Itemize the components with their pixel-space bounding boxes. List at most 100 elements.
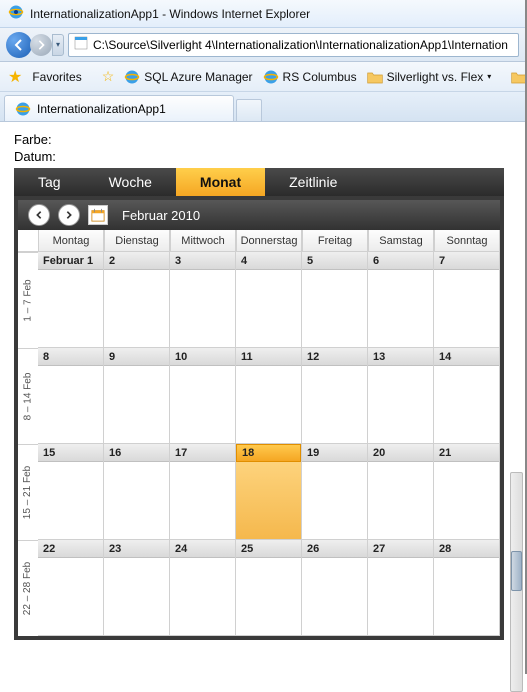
day-number: 6 xyxy=(368,252,433,270)
new-tab-button[interactable] xyxy=(236,99,262,121)
day-number: Februar 1 xyxy=(38,252,103,270)
scrollbar-thumb[interactable] xyxy=(511,551,522,591)
calendar-control: Tag Woche Monat Zeitlinie Februar 2010 1… xyxy=(14,168,504,640)
day-cell[interactable]: 4 xyxy=(236,252,302,348)
calendar-grid: Montag Dienstag Mittwoch Donnerstag Frei… xyxy=(38,230,500,636)
browser-tab[interactable]: InternationalizationApp1 xyxy=(4,95,234,121)
day-cell[interactable]: 6 xyxy=(368,252,434,348)
day-cell[interactable]: 9 xyxy=(104,348,170,444)
url-input[interactable] xyxy=(93,38,514,52)
day-number: 19 xyxy=(302,444,367,462)
favorites-label[interactable]: Favorites xyxy=(32,70,81,84)
day-number: 15 xyxy=(38,444,103,462)
day-number: 17 xyxy=(170,444,235,462)
day-number: 25 xyxy=(236,540,301,558)
ie-icon xyxy=(15,101,31,117)
dow-header: Sonntag xyxy=(434,230,500,252)
ie-icon xyxy=(124,69,140,85)
day-number: 28 xyxy=(434,540,499,558)
dow-header: Donnerstag xyxy=(236,230,302,252)
add-favorite-icon[interactable]: ☆ xyxy=(102,68,115,85)
address-bar[interactable] xyxy=(68,33,519,57)
day-cell[interactable]: 27 xyxy=(368,540,434,636)
nav-history-dropdown[interactable]: ▾ xyxy=(52,34,64,56)
dow-header: Samstag xyxy=(368,230,434,252)
date-label: Datum: xyxy=(14,149,517,164)
next-month-button[interactable] xyxy=(58,204,80,226)
week-label: 15 – 21 Feb xyxy=(18,444,38,540)
day-number: 27 xyxy=(368,540,433,558)
day-cell[interactable]: 28 xyxy=(434,540,500,636)
day-number: 10 xyxy=(170,348,235,366)
fav-rs-columbus[interactable]: RS Columbus xyxy=(263,69,357,85)
tab-week[interactable]: Woche xyxy=(85,168,176,196)
day-number: 12 xyxy=(302,348,367,366)
day-cell[interactable]: Februar 1 xyxy=(38,252,104,348)
window-titlebar: InternationalizationApp1 - Windows Inter… xyxy=(0,0,525,28)
week-label: 22 – 28 Feb xyxy=(18,540,38,636)
dow-header: Dienstag xyxy=(104,230,170,252)
day-cell[interactable]: 14 xyxy=(434,348,500,444)
date-picker-button[interactable] xyxy=(88,205,108,225)
fav-sql-azure[interactable]: SQL Azure Manager xyxy=(124,69,252,85)
day-cell[interactable]: 20 xyxy=(368,444,434,540)
tab-strip: InternationalizationApp1 xyxy=(0,92,525,122)
day-number: 23 xyxy=(104,540,169,558)
day-cell[interactable]: 5 xyxy=(302,252,368,348)
day-cell[interactable]: 23 xyxy=(104,540,170,636)
day-number: 26 xyxy=(302,540,367,558)
day-number: 7 xyxy=(434,252,499,270)
tab-month[interactable]: Monat xyxy=(176,168,265,196)
page-icon xyxy=(73,35,89,54)
day-number: 4 xyxy=(236,252,301,270)
day-number: 16 xyxy=(104,444,169,462)
day-cell[interactable]: 18 xyxy=(236,444,302,540)
fav-truncated[interactable]: Sil xyxy=(511,70,525,84)
day-number: 14 xyxy=(434,348,499,366)
ie-icon xyxy=(8,4,24,23)
day-cell[interactable]: 26 xyxy=(302,540,368,636)
day-number: 2 xyxy=(104,252,169,270)
week-label: 8 – 14 Feb xyxy=(18,348,38,444)
day-cell[interactable]: 17 xyxy=(170,444,236,540)
day-cell[interactable]: 13 xyxy=(368,348,434,444)
forward-button[interactable] xyxy=(30,34,52,56)
day-number: 5 xyxy=(302,252,367,270)
folder-icon xyxy=(367,70,383,84)
color-label: Farbe: xyxy=(14,132,517,147)
day-number: 13 xyxy=(368,348,433,366)
nav-buttons: ▾ xyxy=(6,32,64,58)
day-cell[interactable]: 2 xyxy=(104,252,170,348)
week-label-column: 1 – 7 Feb 8 – 14 Feb 15 – 21 Feb 22 – 28… xyxy=(18,230,38,636)
day-cell[interactable]: 21 xyxy=(434,444,500,540)
tab-day[interactable]: Tag xyxy=(14,168,85,196)
chevron-down-icon: ▾ xyxy=(487,72,491,81)
back-button[interactable] xyxy=(6,32,32,58)
day-cell[interactable]: 15 xyxy=(38,444,104,540)
day-cell[interactable]: 16 xyxy=(104,444,170,540)
month-label: Februar 2010 xyxy=(122,208,200,223)
prev-month-button[interactable] xyxy=(28,204,50,226)
scrollbar-track[interactable] xyxy=(510,472,523,692)
day-number: 24 xyxy=(170,540,235,558)
day-cell[interactable]: 7 xyxy=(434,252,500,348)
week-label: 1 – 7 Feb xyxy=(18,252,38,348)
day-number: 22 xyxy=(38,540,103,558)
day-cell[interactable]: 22 xyxy=(38,540,104,636)
fav-silverlight-flex[interactable]: Silverlight vs. Flex ▾ xyxy=(367,70,492,84)
day-cell[interactable]: 10 xyxy=(170,348,236,444)
day-cell[interactable]: 24 xyxy=(170,540,236,636)
dow-header: Mittwoch xyxy=(170,230,236,252)
ie-icon xyxy=(263,69,279,85)
tab-timeline[interactable]: Zeitlinie xyxy=(265,168,361,196)
day-cell[interactable]: 11 xyxy=(236,348,302,444)
day-cell[interactable]: 19 xyxy=(302,444,368,540)
day-cell[interactable]: 25 xyxy=(236,540,302,636)
day-cell[interactable]: 3 xyxy=(170,252,236,348)
calendar-grid-wrapper: 1 – 7 Feb 8 – 14 Feb 15 – 21 Feb 22 – 28… xyxy=(14,230,504,640)
day-number: 8 xyxy=(38,348,103,366)
favorites-star-icon[interactable]: ★ xyxy=(8,67,22,87)
day-cell[interactable]: 8 xyxy=(38,348,104,444)
day-number: 21 xyxy=(434,444,499,462)
day-cell[interactable]: 12 xyxy=(302,348,368,444)
